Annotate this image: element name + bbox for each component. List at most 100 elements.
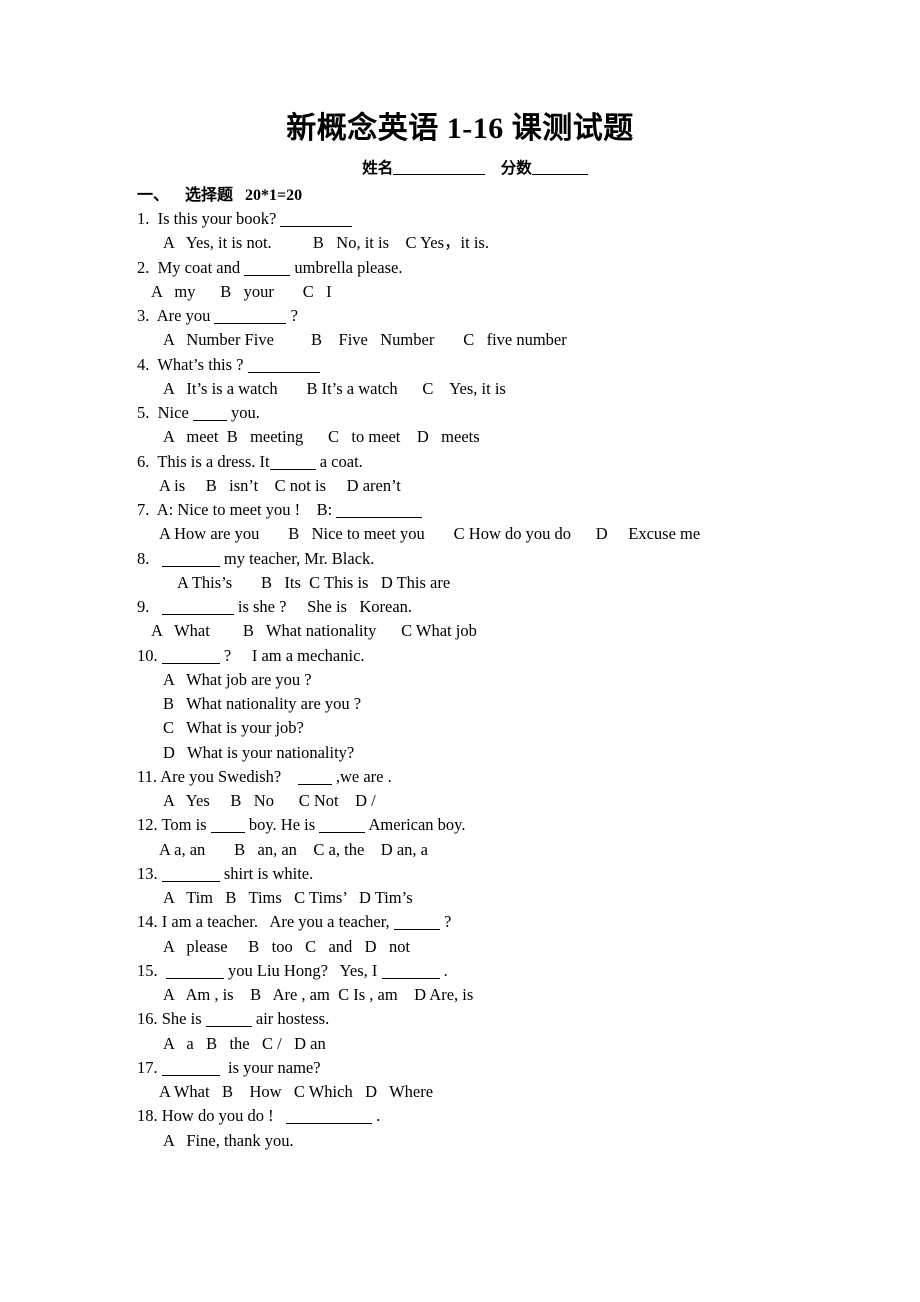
stem-post: ?: [286, 306, 298, 326]
question-options[interactable]: A a, an B an, an C a, the D an, a: [137, 838, 797, 862]
question-options[interactable]: A Number Five B Five Number C five numbe…: [137, 328, 797, 352]
question-content: 一、 选择题 20*1=20 1. Is this your book? A Y…: [0, 178, 797, 1153]
stem-pre: 9.: [137, 597, 162, 617]
question-5: 5. Nice you. A meet B meeting C to meet …: [137, 401, 797, 450]
answer-blank-1[interactable]: [210, 832, 245, 834]
question-stem: 7. A: Nice to meet you ! B:: [137, 498, 797, 522]
question-options[interactable]: A my B your C I: [137, 280, 797, 304]
stem-post: you.: [226, 403, 260, 423]
document-page: 新概念英语 1-16 课测试题 姓名 分数 一、 选择题 20*1=20 1. …: [0, 0, 920, 1302]
question-stem: 17. is your name?: [137, 1056, 797, 1080]
stem-pre: 17.: [137, 1057, 162, 1077]
answer-blank[interactable]: [192, 420, 227, 422]
stem-post: shirt is white.: [219, 863, 314, 883]
stem-pre: 7. A: Nice to meet you ! B:: [137, 500, 337, 520]
question-13: 13. shirt is white. A Tim B Tims C Tims’…: [137, 862, 797, 911]
question-options[interactable]: A Yes B No C Not D /: [137, 789, 797, 813]
name-blank[interactable]: [393, 173, 486, 175]
question-11: 11. Are you Swedish? ,we are . A Yes B N…: [137, 765, 797, 814]
question-stem: 4. What’s this ?: [137, 353, 797, 377]
stem-post: a coat.: [315, 451, 363, 471]
question-stem: 9. is she ? She is Korean.: [137, 595, 797, 619]
answer-blank[interactable]: [161, 614, 234, 616]
answer-blank-1[interactable]: [165, 977, 224, 979]
stem-pre: 10.: [137, 645, 162, 665]
question-options[interactable]: A Tim B Tims C Tims’ D Tim’s: [137, 886, 797, 910]
question-options-list: A What job are you ? B What nationality …: [137, 668, 797, 765]
section-number: 一、: [137, 186, 170, 204]
section-heading: 一、 选择题 20*1=20: [137, 185, 797, 207]
question-stem: 11. Are you Swedish? ,we are .: [137, 765, 797, 789]
answer-blank[interactable]: [280, 226, 353, 228]
question-14: 14. I am a teacher. Are you a teacher, ?…: [137, 910, 797, 959]
stem-post: American boy.: [365, 815, 466, 835]
question-17: 17. is your name? A What B How C Which D…: [137, 1056, 797, 1105]
answer-blank[interactable]: [161, 662, 220, 664]
question-options[interactable]: A This’s B Its C This is D This are: [137, 571, 797, 595]
answer-blank[interactable]: [205, 1026, 252, 1028]
stem-post: is your name?: [219, 1057, 321, 1077]
question-2: 2. My coat and umbrella please. A my B y…: [137, 256, 797, 305]
stem-pre: 2. My coat and: [137, 257, 245, 277]
stem-pre: 5. Nice: [137, 403, 193, 423]
answer-blank[interactable]: [336, 517, 423, 519]
answer-blank[interactable]: [297, 783, 332, 785]
question-9: 9. is she ? She is Korean. A What B What…: [137, 595, 797, 644]
question-options[interactable]: A please B too C and D not: [137, 935, 797, 959]
option-c[interactable]: C What is your job?: [137, 716, 797, 740]
answer-blank[interactable]: [161, 880, 220, 882]
stem-pre: 8.: [137, 548, 162, 568]
question-options[interactable]: A Yes, it is not. B No, it is C Yes，it i…: [137, 231, 797, 255]
stem-post: ?: [439, 912, 452, 932]
answer-blank[interactable]: [214, 323, 287, 325]
question-3: 3. Are you ? A Number Five B Five Number…: [137, 304, 797, 353]
question-stem: 10. ? I am a mechanic.: [137, 644, 797, 668]
answer-blank[interactable]: [161, 565, 220, 567]
answer-blank[interactable]: [244, 274, 291, 276]
answer-blank-2[interactable]: [381, 977, 440, 979]
question-7: 7. A: Nice to meet you ! B: A How are yo…: [137, 498, 797, 547]
option-a[interactable]: A What job are you ?: [137, 668, 797, 692]
question-options[interactable]: A It’s is a watch B It’s a watch C Yes, …: [137, 377, 797, 401]
question-stem: 14. I am a teacher. Are you a teacher, ?: [137, 910, 797, 934]
stem-post: you Liu Hong? Yes, I: [223, 960, 382, 980]
option-b[interactable]: B What nationality are you ?: [137, 692, 797, 716]
question-stem: 8. my teacher, Mr. Black.: [137, 547, 797, 571]
answer-blank[interactable]: [393, 929, 440, 931]
question-options[interactable]: A How are you B Nice to meet you C How d…: [137, 522, 797, 546]
stem-pre: 11. Are you Swedish?: [137, 766, 298, 786]
question-4: 4. What’s this ? A It’s is a watch B It’…: [137, 353, 797, 402]
question-options[interactable]: A is B isn’t C not is D aren’t: [137, 474, 797, 498]
score-blank[interactable]: [531, 173, 588, 175]
question-8: 8. my teacher, Mr. Black. A This’s B Its…: [137, 547, 797, 596]
stem-post: ? I am a mechanic.: [219, 645, 365, 665]
stem-pre: 12. Tom is: [137, 815, 211, 835]
score-label: 分数: [500, 159, 532, 177]
stem-pre: 16. She is: [137, 1009, 206, 1029]
question-options[interactable]: A Am , is B Are , am C Is , am D Are, is: [137, 983, 797, 1007]
answer-blank-2[interactable]: [319, 832, 366, 834]
answer-blank[interactable]: [269, 468, 316, 470]
question-stem: 16. She is air hostess.: [137, 1007, 797, 1031]
answer-blank[interactable]: [161, 1074, 220, 1076]
stem-post: air hostess.: [251, 1009, 330, 1029]
name-label: 姓名: [362, 159, 394, 177]
stem-pre: 4. What’s this ?: [137, 354, 248, 374]
answer-blank[interactable]: [285, 1123, 372, 1125]
question-stem: 18. How do you do ! .: [137, 1104, 797, 1128]
question-options[interactable]: A What B How C Which D Where: [137, 1080, 797, 1104]
question-6: 6. This is a dress. It a coat. A is B is…: [137, 450, 797, 499]
question-options[interactable]: A What B What nationality C What job: [137, 619, 797, 643]
section-label: 选择题: [185, 186, 234, 204]
stem-post: ,we are .: [331, 766, 392, 786]
question-options[interactable]: A Fine, thank you.: [137, 1129, 797, 1153]
stem-mid: boy. He is: [244, 815, 320, 835]
stem-pre: 6. This is a dress. It: [137, 451, 270, 471]
question-options[interactable]: A meet B meeting C to meet D meets: [137, 425, 797, 449]
question-options[interactable]: A a B the C / D an: [137, 1032, 797, 1056]
answer-blank[interactable]: [247, 371, 320, 373]
question-15: 15. you Liu Hong? Yes, I . A Am , is B A…: [137, 959, 797, 1008]
option-d[interactable]: D What is your nationality?: [137, 741, 797, 765]
page-title: 新概念英语 1-16 课测试题: [286, 112, 634, 145]
question-stem: 5. Nice you.: [137, 401, 797, 425]
